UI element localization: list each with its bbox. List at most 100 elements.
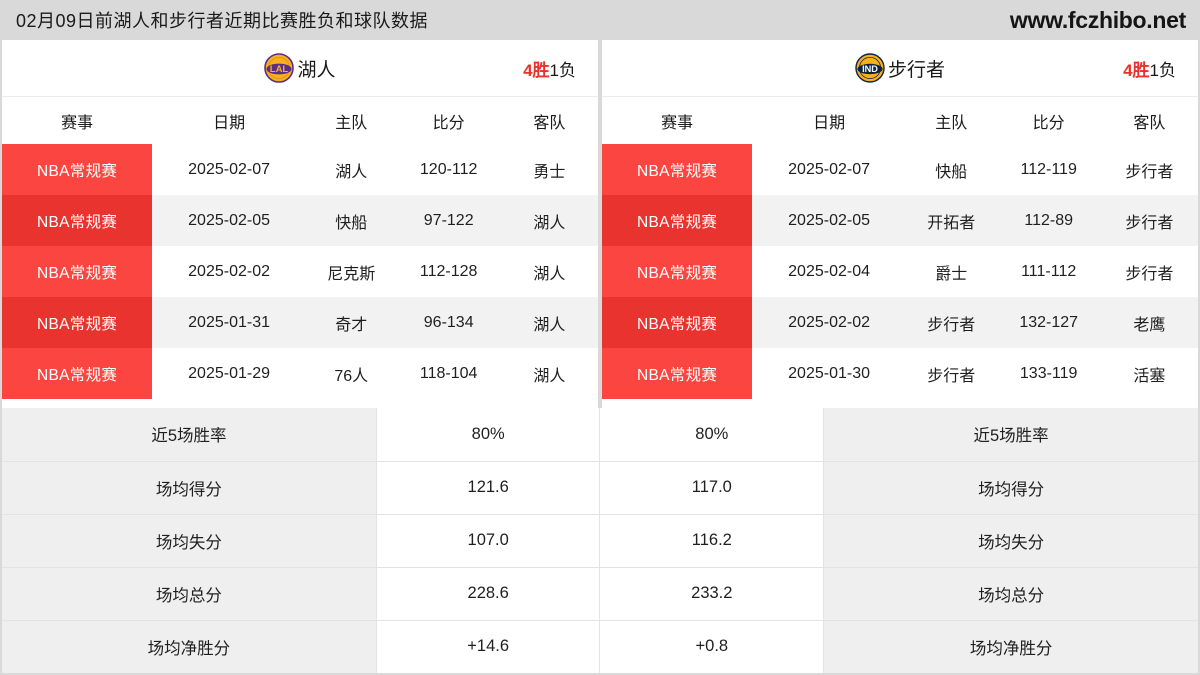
- cell-date: 2025-02-04: [752, 246, 906, 297]
- left-team-record: 4胜1负: [523, 56, 576, 81]
- left-record-wins: 4胜: [523, 60, 550, 80]
- cell-date: 2025-02-02: [752, 297, 906, 348]
- cell-home: 尼克斯: [305, 246, 397, 297]
- cell-score: 133-119: [996, 348, 1101, 399]
- stat-label-left: 场均失分: [2, 514, 377, 568]
- table-row[interactable]: NBA常规赛 2025-02-04 爵士 111-112 步行者: [602, 246, 1198, 297]
- right-team-name: 步行者: [887, 59, 945, 81]
- column-header-score: 比分: [1032, 114, 1065, 132]
- stat-value-right: +0.8: [599, 620, 825, 673]
- cell-away: 勇士: [500, 144, 598, 195]
- left-record-losses: 1负: [549, 60, 576, 80]
- left-team-name: 湖人: [297, 59, 336, 81]
- page-header: 02月09日前湖人和步行者近期比赛胜负和球队数据 www.fczhibo.net: [0, 0, 1200, 40]
- pacers-logo-icon: IND: [855, 53, 885, 83]
- table-row[interactable]: NBA常规赛 2025-01-29 76人 118-104 湖人: [2, 348, 598, 399]
- stat-value-right: 116.2: [599, 514, 825, 568]
- svg-text:IND: IND: [862, 64, 878, 74]
- cell-league: NBA常规赛: [2, 297, 153, 348]
- right-record-wins: 4胜: [1123, 60, 1150, 80]
- cell-date: 2025-02-05: [152, 195, 306, 246]
- stats-row: 场均得分 121.6 117.0 场均得分: [2, 461, 1198, 515]
- cell-score: 112-119: [996, 144, 1101, 195]
- table-row[interactable]: NBA常规赛 2025-02-07 快船 112-119 步行者: [602, 144, 1198, 195]
- left-team-identity: LAL 湖人: [264, 53, 336, 83]
- cell-away: 活塞: [1100, 348, 1198, 399]
- cell-away: 湖人: [500, 297, 598, 348]
- column-header-score: 比分: [432, 114, 465, 132]
- cell-score: 120-112: [396, 144, 501, 195]
- stat-label-left: 场均得分: [2, 461, 377, 515]
- cell-home: 开拓者: [905, 195, 997, 246]
- cell-away: 步行者: [1100, 246, 1198, 297]
- stat-label-right: 场均总分: [823, 567, 1198, 621]
- column-header-date: 日期: [813, 114, 846, 132]
- stat-value-right: 233.2: [599, 567, 825, 621]
- cell-date: 2025-01-30: [752, 348, 906, 399]
- cell-score: 97-122: [396, 195, 501, 246]
- cell-league: NBA常规赛: [2, 195, 153, 246]
- cell-away: 步行者: [1100, 144, 1198, 195]
- table-row[interactable]: NBA常规赛 2025-01-30 步行者 133-119 活塞: [602, 348, 1198, 399]
- table-row[interactable]: NBA常规赛 2025-02-07 湖人 120-112 勇士: [2, 144, 598, 195]
- stat-label-left: 场均总分: [2, 567, 377, 621]
- column-header-away: 客队: [1133, 114, 1166, 132]
- stat-label-left: 近5场胜率: [2, 408, 377, 462]
- column-header-home: 主队: [935, 114, 968, 132]
- cell-score: 111-112: [996, 246, 1101, 297]
- stat-value-left: 228.6: [376, 567, 601, 621]
- table-row[interactable]: NBA常规赛 2025-02-05 开拓者 112-89 步行者: [602, 195, 1198, 246]
- right-team-header: IND 步行者 4胜1负: [602, 40, 1198, 97]
- team-panels: LAL 湖人 4胜1负 赛事 日期 主队 比分 客队 NBA常规赛 2025-0…: [0, 40, 1200, 408]
- left-games-table: 赛事 日期 主队 比分 客队 NBA常规赛 2025-02-07 湖人 120-…: [2, 97, 598, 399]
- cell-home: 爵士: [905, 246, 997, 297]
- table-row[interactable]: NBA常规赛 2025-02-02 尼克斯 112-128 湖人: [2, 246, 598, 297]
- stat-label-right: 近5场胜率: [823, 408, 1198, 462]
- stat-value-left: 121.6: [376, 461, 601, 515]
- stat-value-left: +14.6: [376, 620, 601, 673]
- right-games-table: 赛事 日期 主队 比分 客队 NBA常规赛 2025-02-07 快船 112-…: [602, 97, 1198, 399]
- cell-date: 2025-02-07: [152, 144, 306, 195]
- stats-row: 场均总分 228.6 233.2 场均总分: [2, 567, 1198, 621]
- cell-league: NBA常规赛: [602, 348, 753, 399]
- page-title: 02月09日前湖人和步行者近期比赛胜负和球队数据: [16, 11, 429, 31]
- stat-label-right: 场均得分: [823, 461, 1198, 515]
- column-header-date: 日期: [213, 114, 246, 132]
- stat-value-right: 80%: [599, 408, 825, 462]
- cell-league: NBA常规赛: [2, 246, 153, 297]
- stat-label-left: 场均净胜分: [2, 620, 377, 673]
- cell-league: NBA常规赛: [602, 195, 753, 246]
- cell-score: 112-128: [396, 246, 501, 297]
- cell-home: 步行者: [905, 348, 997, 399]
- column-header-home: 主队: [335, 114, 368, 132]
- cell-home: 湖人: [305, 144, 397, 195]
- cell-home: 奇才: [305, 297, 397, 348]
- table-row[interactable]: NBA常规赛 2025-02-05 快船 97-122 湖人: [2, 195, 598, 246]
- svg-text:LAL: LAL: [270, 64, 289, 75]
- table-row[interactable]: NBA常规赛 2025-02-02 步行者 132-127 老鹰: [602, 297, 1198, 348]
- cell-home: 76人: [305, 348, 397, 399]
- stat-label-right: 场均净胜分: [823, 620, 1198, 673]
- cell-league: NBA常规赛: [602, 144, 753, 195]
- cell-away: 步行者: [1100, 195, 1198, 246]
- column-header-away: 客队: [533, 114, 566, 132]
- stat-value-left: 80%: [376, 408, 601, 462]
- cell-date: 2025-02-02: [152, 246, 306, 297]
- stats-row: 近5场胜率 80% 80% 近5场胜率: [2, 408, 1198, 462]
- table-row[interactable]: NBA常规赛 2025-01-31 奇才 96-134 湖人: [2, 297, 598, 348]
- cell-score: 118-104: [396, 348, 501, 399]
- right-record-losses: 1负: [1149, 60, 1176, 80]
- team-stats-comparison: 近5场胜率 80% 80% 近5场胜率 场均得分 121.6 117.0 场均得…: [0, 408, 1200, 673]
- stat-label-right: 场均失分: [823, 514, 1198, 568]
- cell-score: 112-89: [996, 195, 1101, 246]
- lakers-logo-icon: LAL: [264, 53, 295, 83]
- cell-date: 2025-01-29: [152, 348, 306, 399]
- column-header-league: 赛事: [61, 114, 94, 132]
- cell-date: 2025-01-31: [152, 297, 306, 348]
- right-team-panel: IND 步行者 4胜1负 赛事 日期 主队 比分 客队 NBA常规赛 2025-…: [602, 40, 1198, 408]
- cell-score: 132-127: [996, 297, 1101, 348]
- cell-home: 步行者: [905, 297, 997, 348]
- cell-league: NBA常规赛: [2, 144, 153, 195]
- stats-table: 近5场胜率 80% 80% 近5场胜率 场均得分 121.6 117.0 场均得…: [2, 408, 1198, 673]
- cell-away: 老鹰: [1100, 297, 1198, 348]
